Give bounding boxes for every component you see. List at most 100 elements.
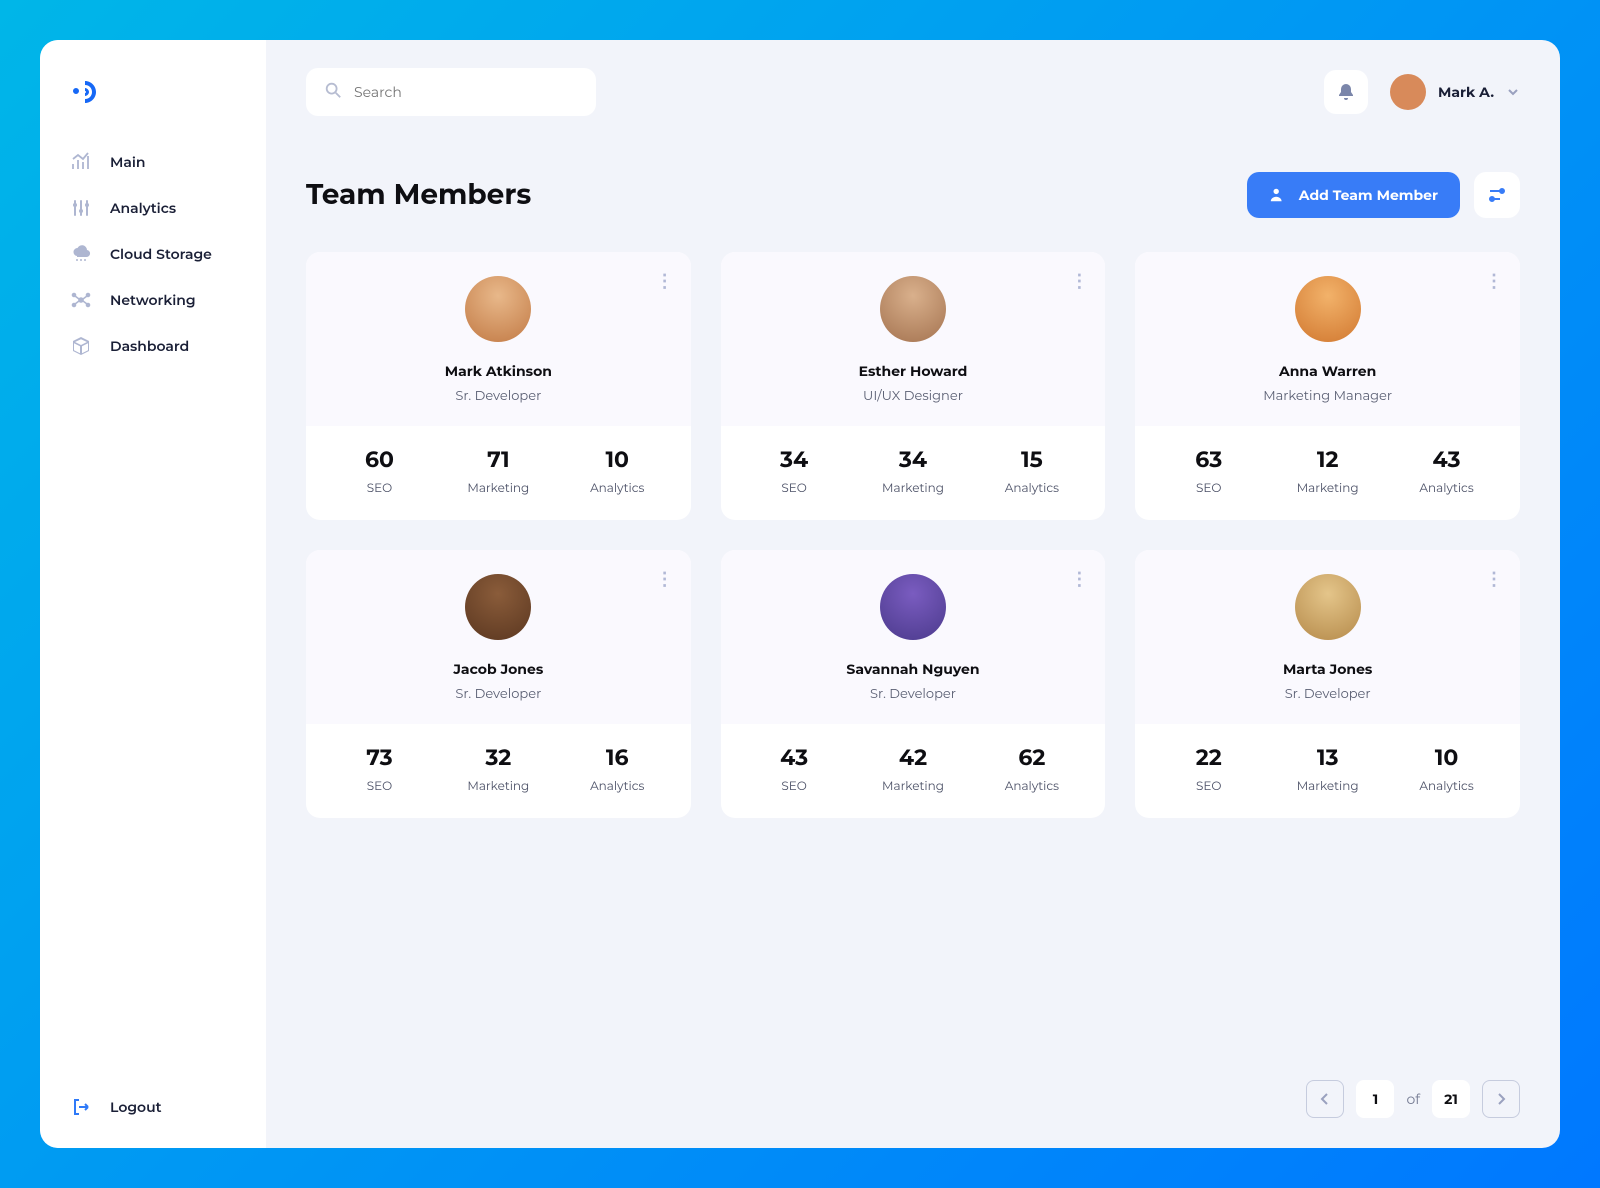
sidebar-item-analytics[interactable]: Analytics bbox=[70, 197, 236, 219]
stat-label: SEO bbox=[1149, 481, 1268, 496]
stat-value: 12 bbox=[1268, 446, 1387, 473]
member-card: ⋮ Savannah Nguyen Sr. Developer 43SEO 42… bbox=[721, 550, 1106, 818]
avatar bbox=[465, 276, 531, 342]
member-card: ⋮ Anna Warren Marketing Manager 63 SEO 12… bbox=[1135, 252, 1520, 520]
avatar bbox=[1390, 74, 1426, 110]
member-name: Anna Warren bbox=[1279, 362, 1376, 380]
member-name: Jacob Jones bbox=[453, 660, 543, 678]
sidebar-item-dashboard[interactable]: Dashboard bbox=[70, 335, 236, 357]
stat-label: Marketing bbox=[854, 779, 973, 794]
topbar-right: Mark A. bbox=[1324, 70, 1520, 114]
stat-label: SEO bbox=[735, 481, 854, 496]
stat-value: 22 bbox=[1149, 744, 1268, 771]
member-card: ⋮ Jacob Jones Sr. Developer 73SEO 32Mark… bbox=[306, 550, 691, 818]
header-actions: Add Team Member bbox=[1247, 172, 1520, 218]
user-menu[interactable]: Mark A. bbox=[1390, 74, 1520, 110]
stat-label: Marketing bbox=[854, 481, 973, 496]
page-header: Team Members Add Team Member bbox=[306, 172, 1520, 218]
stat-label: Analytics bbox=[1387, 779, 1506, 794]
logo-icon bbox=[70, 74, 104, 108]
sidebar-item-label: Main bbox=[110, 153, 146, 171]
member-role: Sr. Developer bbox=[455, 686, 541, 702]
search-box[interactable] bbox=[306, 68, 596, 116]
stat-value: 60 bbox=[320, 446, 439, 473]
member-card: ⋮ Marta Jones Sr. Developer 22SEO 13Mark… bbox=[1135, 550, 1520, 818]
stat-value: 71 bbox=[439, 446, 558, 473]
network-icon bbox=[70, 289, 92, 311]
stat-value: 15 bbox=[972, 446, 1091, 473]
member-name: Esther Howard bbox=[859, 362, 968, 380]
stat-value: 43 bbox=[1387, 446, 1506, 473]
stat-value: 42 bbox=[854, 744, 973, 771]
add-team-member-button[interactable]: Add Team Member bbox=[1247, 172, 1460, 218]
pager-of-label: of bbox=[1406, 1090, 1420, 1108]
members-grid: ⋮ Mark Atkinson Sr. Developer 60 SEO 71 Ma… bbox=[306, 252, 1520, 818]
stat-label: Analytics bbox=[558, 481, 677, 496]
stat-value: 32 bbox=[439, 744, 558, 771]
chevron-right-icon bbox=[1494, 1092, 1508, 1106]
user-name: Mark A. bbox=[1438, 83, 1494, 101]
filter-icon bbox=[1487, 185, 1507, 205]
search-input[interactable] bbox=[354, 83, 578, 101]
logout-label: Logout bbox=[110, 1098, 162, 1116]
card-menu-button[interactable]: ⋮ bbox=[1485, 568, 1504, 590]
cloud-icon bbox=[70, 243, 92, 265]
member-name: Mark Atkinson bbox=[445, 362, 552, 380]
stat-value: 16 bbox=[558, 744, 677, 771]
page-title: Team Members bbox=[306, 178, 531, 212]
sidebar-item-cloud-storage[interactable]: Cloud Storage bbox=[70, 243, 236, 265]
member-role: Sr. Developer bbox=[455, 388, 541, 404]
logout-button[interactable]: Logout bbox=[40, 1096, 266, 1118]
notifications-button[interactable] bbox=[1324, 70, 1368, 114]
stat-value: 10 bbox=[1387, 744, 1506, 771]
stat-label: SEO bbox=[1149, 779, 1268, 794]
stat-value: 10 bbox=[558, 446, 677, 473]
card-menu-button[interactable]: ⋮ bbox=[1070, 270, 1089, 292]
person-add-icon bbox=[1269, 186, 1287, 204]
avatar bbox=[465, 574, 531, 640]
stat-label: Analytics bbox=[1387, 481, 1506, 496]
nav: Main Analytics Cloud Storage Networking … bbox=[40, 151, 266, 1096]
pager-prev-button[interactable] bbox=[1306, 1080, 1344, 1118]
logo bbox=[40, 74, 266, 151]
stat-label: Marketing bbox=[1268, 481, 1387, 496]
member-card: ⋮ Mark Atkinson Sr. Developer 60 SEO 71 Ma… bbox=[306, 252, 691, 520]
sidebar: Main Analytics Cloud Storage Networking … bbox=[40, 40, 266, 1148]
card-menu-button[interactable]: ⋮ bbox=[1070, 568, 1089, 590]
member-role: Sr. Developer bbox=[870, 686, 956, 702]
sidebar-item-label: Cloud Storage bbox=[110, 245, 212, 263]
bell-icon bbox=[1336, 82, 1356, 102]
stat-value: 73 bbox=[320, 744, 439, 771]
stat-label: SEO bbox=[320, 481, 439, 496]
avatar bbox=[1295, 276, 1361, 342]
chart-up-icon bbox=[70, 151, 92, 173]
pager-total: 21 bbox=[1432, 1080, 1470, 1118]
chevron-down-icon bbox=[1506, 85, 1520, 99]
sidebar-item-main[interactable]: Main bbox=[70, 151, 236, 173]
stat-value: 62 bbox=[972, 744, 1091, 771]
stat-label: Marketing bbox=[439, 481, 558, 496]
sidebar-item-label: Analytics bbox=[110, 199, 176, 217]
stat-label: Analytics bbox=[558, 779, 677, 794]
card-menu-button[interactable]: ⋮ bbox=[656, 568, 675, 590]
stat-value: 34 bbox=[854, 446, 973, 473]
topbar: Mark A. bbox=[306, 68, 1520, 116]
member-card: ⋮ Esther Howard UI/UX Designer 34SEO 34M… bbox=[721, 252, 1106, 520]
card-menu-button[interactable]: ⋮ bbox=[1485, 270, 1504, 292]
stat-value: 63 bbox=[1149, 446, 1268, 473]
stat-label: Marketing bbox=[1268, 779, 1387, 794]
sidebar-item-networking[interactable]: Networking bbox=[70, 289, 236, 311]
stat-value: 13 bbox=[1268, 744, 1387, 771]
pager-next-button[interactable] bbox=[1482, 1080, 1520, 1118]
stat-label: Analytics bbox=[972, 481, 1091, 496]
stat-label: Analytics bbox=[972, 779, 1091, 794]
card-menu-button[interactable]: ⋮ bbox=[656, 270, 675, 292]
stat-label: SEO bbox=[735, 779, 854, 794]
sidebar-item-label: Networking bbox=[110, 291, 196, 309]
add-button-label: Add Team Member bbox=[1299, 186, 1438, 204]
member-role: Marketing Manager bbox=[1263, 388, 1392, 404]
stat-label: Marketing bbox=[439, 779, 558, 794]
main: Mark A. Team Members Add Team Member bbox=[266, 40, 1560, 1148]
filter-button[interactable] bbox=[1474, 172, 1520, 218]
sliders-icon bbox=[70, 197, 92, 219]
